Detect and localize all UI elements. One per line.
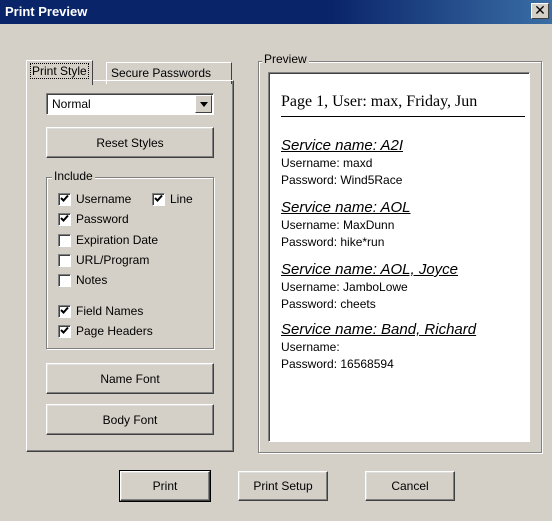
preview-entry: Service name: Band, Richard Username: Pa… [281,321,521,373]
username-line: Username: JamboLowe [281,280,408,294]
page-headers-checkbox-label: Page Headers [76,324,153,338]
style-select[interactable]: Normal [46,93,214,115]
password-checkbox-label: Password [76,212,129,226]
password-line: Password: Wind5Race [281,173,403,187]
cancel-button[interactable]: Cancel [365,471,455,501]
preview-entry: Service name: AOL, Joyce Username: Jambo… [281,261,521,313]
url-program-checkbox[interactable]: URL/Program [58,253,149,267]
preview-page-header: Page 1, User: max, Friday, Jun [281,93,525,117]
print-button[interactable]: Print [119,470,211,502]
tab-print-style-label: Print Style [30,63,89,79]
checkmark-icon [60,324,69,338]
service-name: Service name: AOL, Joyce [281,261,459,278]
title-bar[interactable]: Print Preview ✕ [0,0,552,24]
line-checkbox-box [152,192,165,206]
password-line: Password: hike*run [281,235,385,249]
service-name: Service name: Band, Richard [281,321,477,338]
notes-checkbox-box [58,273,71,287]
service-name: Service name: A2I [281,137,403,154]
expiration-date-checkbox[interactable]: Expiration Date [58,233,158,247]
checkmark-icon [60,192,69,206]
username-line: Username: maxd [281,156,373,170]
checkmark-icon [60,212,69,226]
tab-print-style[interactable]: Print Style [26,60,93,85]
password-checkbox[interactable]: Password [58,212,129,226]
url-program-checkbox-box [58,253,71,267]
checkmark-icon [60,304,69,318]
url-program-checkbox-label: URL/Program [76,253,150,267]
reset-styles-button[interactable]: Reset Styles [46,127,214,158]
password-checkbox-box [58,212,71,226]
style-select-value: Normal [52,97,91,111]
line-checkbox[interactable]: Line [152,192,193,206]
name-font-button[interactable]: Name Font [46,363,214,394]
page-headers-checkbox-box [58,324,71,338]
password-line: Password: 16568594 [281,357,394,371]
field-names-checkbox[interactable]: Field Names [58,304,143,318]
include-group-label: Include [52,169,95,183]
username-line: Username: [281,340,340,354]
tab-secure-passwords-label: Secure Passwords [111,66,212,80]
preview-group-label: Preview [262,52,309,66]
username-checkbox[interactable]: Username [58,192,131,206]
preview-page: Page 1, User: max, Friday, Jun Service n… [268,72,530,442]
password-line: Password: cheets [281,297,376,311]
checkmark-icon [154,192,163,206]
preview-entry: Service name: AOL Username: MaxDunn Pass… [281,199,521,251]
print-preview-dialog: Print Preview ✕ Print Style Secure Passw… [0,0,552,521]
close-button[interactable]: ✕ [531,3,549,19]
field-names-checkbox-label: Field Names [76,304,144,318]
expiration-date-checkbox-box [58,233,71,247]
body-font-button[interactable]: Body Font [46,404,214,435]
field-names-checkbox-box [58,304,71,318]
page-headers-checkbox[interactable]: Page Headers [58,324,153,338]
close-icon: ✕ [534,2,546,18]
window-title: Print Preview [5,4,88,19]
line-checkbox-label: Line [170,192,193,206]
preview-entry: Service name: A2I Username: maxd Passwor… [281,137,521,189]
service-name: Service name: AOL [281,199,411,216]
username-line: Username: MaxDunn [281,218,395,232]
print-setup-button[interactable]: Print Setup [238,471,328,501]
expiration-date-checkbox-label: Expiration Date [76,233,159,247]
notes-checkbox-label: Notes [76,273,108,287]
username-checkbox-label: Username [76,192,132,206]
username-checkbox-box [58,192,71,206]
dropdown-arrow-icon[interactable] [195,95,212,113]
notes-checkbox[interactable]: Notes [58,273,107,287]
